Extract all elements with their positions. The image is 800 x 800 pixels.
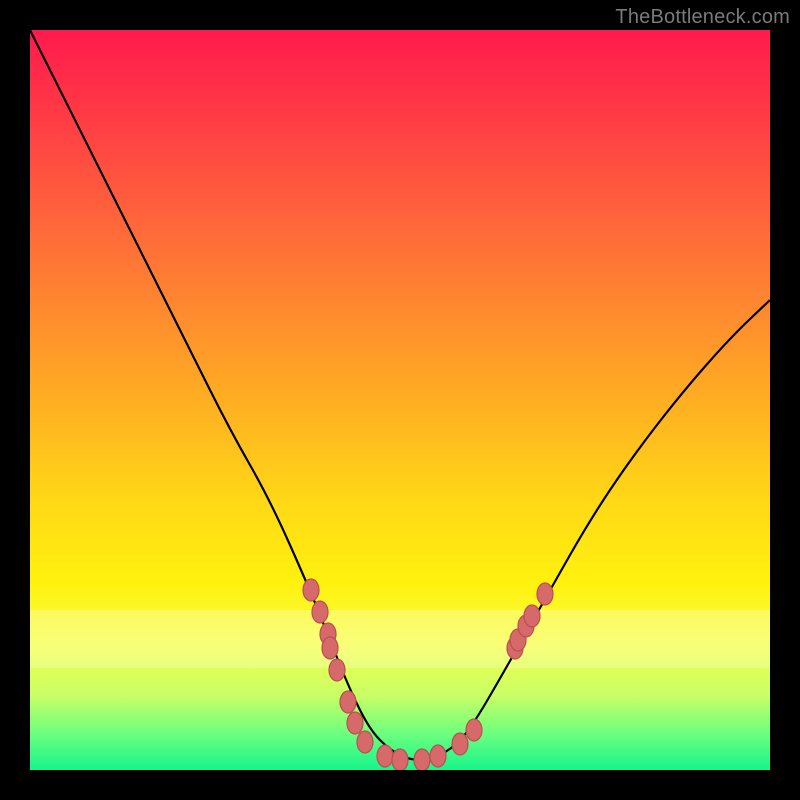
chart-frame: TheBottleneck.com — [0, 0, 800, 800]
highlight-band — [30, 610, 770, 668]
data-marker — [320, 623, 336, 645]
data-marker — [392, 749, 408, 770]
data-marker — [452, 733, 468, 755]
data-marker — [357, 731, 373, 753]
data-marker — [507, 637, 523, 659]
data-marker — [524, 605, 540, 627]
curve-layer — [30, 30, 770, 770]
data-marker — [414, 749, 430, 770]
data-marker — [312, 601, 328, 623]
data-marker — [303, 579, 319, 601]
data-marker — [430, 745, 446, 767]
data-marker — [329, 659, 345, 681]
watermark-text: TheBottleneck.com — [615, 6, 790, 29]
data-marker — [518, 615, 534, 637]
data-marker — [466, 719, 482, 741]
bottleneck-curve — [30, 30, 770, 760]
data-marker — [537, 583, 553, 605]
data-marker — [347, 712, 363, 734]
data-marker — [340, 691, 356, 713]
data-marker — [510, 629, 526, 651]
plot-area — [30, 30, 770, 770]
marker-group — [303, 579, 553, 770]
data-marker — [377, 745, 393, 767]
data-marker — [322, 637, 338, 659]
